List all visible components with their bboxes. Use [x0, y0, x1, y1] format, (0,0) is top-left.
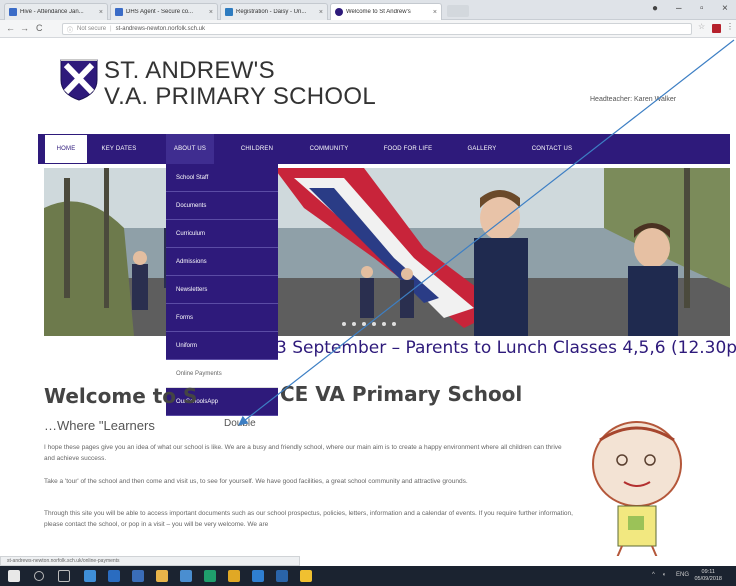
nav-community[interactable]: COMMUNITY — [300, 134, 358, 164]
app-icon[interactable] — [300, 570, 312, 582]
tagline-left: …Where "Learners — [44, 418, 155, 433]
app-icon[interactable] — [204, 570, 216, 582]
chrome-icon[interactable] — [156, 570, 168, 582]
browser-tab[interactable]: Hive - Attendance Jan... × — [4, 3, 108, 20]
school-name-line2: V.A. PRIMARY SCHOOL — [104, 83, 377, 110]
cortana-icon[interactable] — [84, 570, 96, 582]
news-banner[interactable]: 3 September – Parents to Lunch Classes 4… — [276, 338, 736, 358]
taskbar: ^ ◖ ENG 09:11 05/09/2018 — [0, 566, 736, 586]
tab-favicon-icon — [225, 8, 233, 16]
menu-item-documents[interactable]: Documents — [166, 192, 278, 220]
file-explorer-icon[interactable] — [132, 570, 144, 582]
tab-label: Welcome to St Andrew's — [346, 9, 411, 15]
menu-item-admissions[interactable]: Admissions — [166, 248, 278, 276]
close-icon[interactable]: × — [209, 9, 213, 16]
tagline-right: Double — [224, 418, 256, 429]
menu-item-newsletters[interactable]: Newsletters — [166, 276, 278, 304]
menu-item-school-staff[interactable]: School Staff — [166, 164, 278, 192]
nav-food-for-life[interactable]: FOOD FOR LIFE — [374, 134, 442, 164]
search-icon[interactable] — [34, 571, 44, 581]
welcome-heading-left: Welcome to S — [44, 384, 198, 408]
url-input[interactable]: ⓘ Not secure | st-andrews-newton.norfolk… — [62, 23, 692, 35]
language-indicator[interactable]: ENG — [676, 572, 689, 578]
back-icon[interactable]: ← — [6, 23, 15, 33]
tab-label: Hive - Attendance Jan... — [20, 9, 84, 15]
tab-label: DHS Agent - Secure co... — [126, 9, 194, 15]
intro-paragraph-1: I hope these pages give you an idea of w… — [44, 444, 562, 462]
close-window-icon[interactable]: × — [722, 3, 728, 14]
school-crest-icon — [60, 59, 98, 101]
nav-key-dates[interactable]: KEY DATES — [92, 134, 146, 164]
windows-start-icon[interactable] — [8, 570, 20, 582]
tab-favicon-icon — [115, 8, 123, 16]
close-icon[interactable]: × — [99, 9, 103, 16]
star-icon[interactable]: ☆ — [698, 22, 707, 31]
nav-children[interactable]: CHILDREN — [232, 134, 282, 164]
main-navigation: HOME KEY DATES ABOUT US CHILDREN COMMUNI… — [38, 134, 730, 164]
task-view-icon[interactable] — [58, 570, 70, 582]
volume-icon[interactable]: ◖ — [662, 572, 666, 578]
reload-icon[interactable]: C — [36, 23, 43, 33]
browser-tab-active[interactable]: Welcome to St Andrew's × — [330, 3, 442, 20]
user-icon[interactable]: ● — [652, 3, 658, 14]
new-tab-button[interactable] — [447, 5, 469, 17]
info-icon[interactable]: ⓘ — [67, 25, 73, 34]
separator: | — [110, 26, 112, 32]
status-bar: st-andrews-newton.norfolk.sch.uk/online-… — [0, 556, 300, 566]
url-text: st-andrews-newton.norfolk.sch.uk — [115, 26, 205, 32]
menu-item-curriculum[interactable]: Curriculum — [166, 220, 278, 248]
intro-paragraph-3: Through this site you will be able to ac… — [44, 510, 573, 528]
nav-contact-us[interactable]: CONTACT US — [520, 134, 584, 164]
menu-icon[interactable]: ⋮ — [726, 22, 735, 31]
web-page: ST. ANDREW'S V.A. PRIMARY SCHOOL Headtea… — [0, 38, 736, 556]
app-icon[interactable] — [276, 570, 288, 582]
minimize-icon[interactable]: – — [676, 3, 682, 14]
clock-date: 05/09/2018 — [694, 576, 722, 582]
browser-tab-strip: Hive - Attendance Jan... × DHS Agent - S… — [0, 0, 736, 20]
browser-tab[interactable]: DHS Agent - Secure co... × — [110, 3, 218, 20]
intro-paragraph-2: Take a 'tour' of the school and then com… — [44, 478, 468, 485]
extension-icon[interactable] — [712, 24, 721, 33]
mail-icon[interactable] — [180, 570, 192, 582]
close-icon[interactable]: × — [319, 9, 323, 16]
browser-tab[interactable]: Registration - Daisy - Un... × — [220, 3, 328, 20]
tab-favicon-icon — [335, 8, 343, 16]
clock[interactable]: 09:11 05/09/2018 — [694, 569, 722, 583]
menu-item-forms[interactable]: Forms — [166, 304, 278, 332]
app-icon[interactable] — [252, 570, 264, 582]
clock-time: 09:11 — [701, 569, 715, 575]
folder-icon[interactable] — [228, 570, 240, 582]
network-icon[interactable]: ^ — [652, 572, 655, 578]
tab-label: Registration - Daisy - Un... — [236, 9, 307, 15]
tagline: …Where "Learners Double — [44, 418, 256, 433]
school-name-line1: ST. ANDREW'S — [104, 57, 275, 84]
hero-slideshow[interactable] — [44, 168, 730, 336]
hero-photo — [44, 168, 730, 336]
nav-about-us[interactable]: ABOUT US — [166, 134, 214, 164]
child-drawing-image — [592, 421, 682, 556]
about-us-dropdown: School Staff Documents Curriculum Admiss… — [166, 164, 278, 416]
school-name[interactable]: ST. ANDREW'S V.A. PRIMARY SCHOOL — [104, 58, 376, 110]
tab-favicon-icon — [9, 8, 17, 16]
headteacher-text: Headteacher: Karen Walker — [590, 96, 677, 103]
menu-item-uniform[interactable]: Uniform — [166, 332, 278, 360]
address-bar: ← → C ⓘ Not secure | st-andrews-newton.n… — [0, 20, 736, 38]
welcome-heading-right: CE VA Primary School — [280, 382, 523, 406]
forward-icon[interactable]: → — [20, 23, 29, 33]
security-label: Not secure — [77, 26, 107, 32]
nav-home[interactable]: HOME — [44, 134, 88, 164]
nav-gallery[interactable]: GALLERY — [458, 134, 506, 164]
edge-icon[interactable] — [108, 570, 120, 582]
close-icon[interactable]: × — [433, 9, 437, 16]
maximize-icon[interactable]: ▫ — [700, 3, 704, 14]
